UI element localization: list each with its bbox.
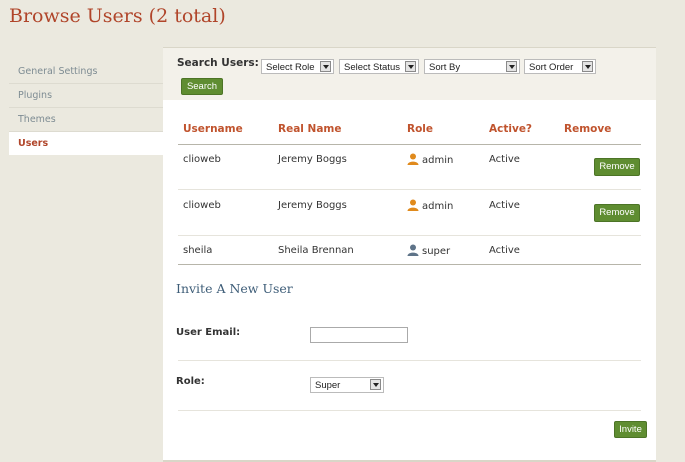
user-email-label: User Email: bbox=[176, 327, 241, 338]
role-label: admin bbox=[422, 201, 454, 212]
column-header-real-name[interactable]: Real Name bbox=[278, 123, 341, 135]
invite-button[interactable]: Invite bbox=[614, 421, 647, 438]
sidebar-item-themes[interactable]: Themes bbox=[9, 107, 163, 131]
super-user-icon bbox=[407, 244, 419, 256]
search-label: Search Users: bbox=[177, 57, 259, 69]
form-divider bbox=[178, 410, 641, 411]
role-label: Role: bbox=[176, 376, 205, 387]
sort-by-select-value: Sort By bbox=[429, 62, 461, 73]
role-select-value: Select Role bbox=[266, 62, 315, 73]
real-name-cell: Sheila Brennan bbox=[278, 245, 354, 256]
real-name-cell: Jeremy Boggs bbox=[278, 200, 347, 211]
row-divider bbox=[178, 189, 641, 190]
role-cell: admin bbox=[407, 153, 453, 166]
column-header-role[interactable]: Role bbox=[407, 123, 433, 135]
role-label: super bbox=[422, 246, 451, 257]
role-cell: admin bbox=[407, 199, 453, 212]
username-cell: clioweb bbox=[183, 200, 221, 211]
column-header-username[interactable]: Username bbox=[183, 123, 243, 135]
column-header-remove: Remove bbox=[564, 123, 612, 135]
invite-role-select[interactable]: Super bbox=[310, 377, 384, 393]
chevron-down-icon bbox=[320, 61, 331, 72]
row-divider bbox=[178, 235, 641, 236]
column-header-active[interactable]: Active? bbox=[489, 123, 532, 135]
table-header-divider bbox=[178, 144, 641, 145]
active-cell: Active bbox=[489, 245, 520, 256]
sort-by-select[interactable]: Sort By bbox=[424, 59, 520, 74]
search-bar: Search Users: Select Role Select Status … bbox=[163, 48, 656, 100]
active-cell: Active bbox=[489, 200, 520, 211]
sidebar-item-general-settings[interactable]: General Settings bbox=[9, 60, 163, 83]
role-select[interactable]: Select Role bbox=[261, 59, 334, 74]
admin-user-icon bbox=[407, 153, 419, 165]
status-select[interactable]: Select Status bbox=[339, 59, 419, 74]
sort-order-select-value: Sort Order bbox=[529, 62, 574, 73]
chevron-down-icon bbox=[370, 379, 381, 390]
chevron-down-icon bbox=[405, 61, 416, 72]
role-label: admin bbox=[422, 155, 454, 166]
real-name-cell: Jeremy Boggs bbox=[278, 154, 347, 165]
chevron-down-icon bbox=[582, 61, 593, 72]
sidebar-item-users[interactable]: Users bbox=[9, 131, 163, 155]
sort-order-select[interactable]: Sort Order bbox=[524, 59, 596, 74]
search-button[interactable]: Search bbox=[181, 78, 223, 95]
form-divider bbox=[178, 360, 641, 361]
admin-user-icon bbox=[407, 199, 419, 211]
active-cell: Active bbox=[489, 154, 520, 165]
main-panel: Search Users: Select Role Select Status … bbox=[163, 47, 656, 462]
table-bottom-divider bbox=[178, 264, 641, 265]
username-cell: sheila bbox=[183, 245, 213, 256]
invite-role-select-value: Super bbox=[315, 380, 341, 391]
sidebar-item-plugins[interactable]: Plugins bbox=[9, 83, 163, 107]
user-email-field[interactable] bbox=[310, 327, 408, 343]
remove-button[interactable]: Remove bbox=[594, 204, 640, 222]
chevron-down-icon bbox=[506, 61, 517, 72]
sidebar: General Settings Plugins Themes Users bbox=[9, 60, 163, 155]
username-cell: clioweb bbox=[183, 154, 221, 165]
page-title: Browse Users (2 total) bbox=[9, 5, 226, 27]
role-cell: super bbox=[407, 244, 450, 257]
invite-section-title: Invite A New User bbox=[176, 281, 293, 296]
remove-button[interactable]: Remove bbox=[594, 158, 640, 176]
status-select-value: Select Status bbox=[344, 62, 400, 73]
